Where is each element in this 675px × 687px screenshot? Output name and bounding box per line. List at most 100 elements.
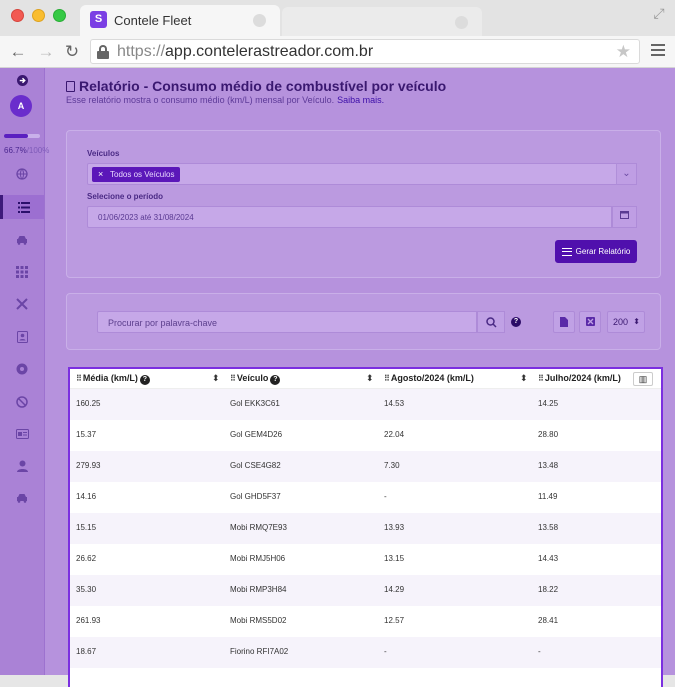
bookmark-star-icon[interactable]: ★ — [616, 42, 631, 62]
contacts-icon[interactable] — [0, 325, 44, 349]
expand-sidebar-icon[interactable] — [0, 68, 44, 92]
progress-label: 66.7%/100% — [4, 146, 50, 155]
table-cell: 26.62 — [76, 554, 97, 563]
car-icon[interactable] — [0, 228, 44, 252]
page-title: Relatório - Consumo médio de combustível… — [66, 78, 446, 94]
tab-close-icon[interactable] — [455, 16, 468, 29]
generate-report-button[interactable]: Gerar Relatório — [555, 240, 637, 263]
window-maximize-button[interactable] — [53, 9, 66, 22]
chip-remove-icon[interactable]: × — [98, 167, 103, 182]
table-cell: 15.37 — [76, 430, 97, 439]
table-cell: 7.30 — [384, 461, 400, 470]
column-header-julho[interactable]: ⠿ Julho/2024 (km/L) — [538, 373, 621, 383]
forward-arrow-icon[interactable]: → — [36, 42, 56, 62]
table-row: 160.25 Gol EKK3C61 14.53 14.25 — [70, 389, 661, 420]
help-icon[interactable]: ? — [270, 375, 281, 385]
column-header-veiculo[interactable]: ⠿ Veículo? — [230, 373, 281, 385]
table-cell: Mobi RMQ7E93 — [230, 523, 287, 532]
sort-icon[interactable]: ⬍ — [212, 373, 220, 384]
vehicle-chip[interactable]: × Todos os Veículos — [92, 167, 181, 182]
avatar[interactable]: A — [10, 95, 32, 117]
table-row: 18.67 Fiorino RFI7A02 - - — [70, 637, 661, 668]
reload-icon[interactable]: ↻ — [62, 42, 82, 62]
table-cell: 14.29 — [384, 585, 405, 594]
table-header: ⠿ Média (km/L)? ⬍ ⠿ Veículo? ⬍ ⠿ Agosto/202… — [70, 369, 661, 389]
table-cell: 261.93 — [76, 616, 101, 625]
table-cell: 28.41 — [538, 616, 559, 625]
url-field[interactable]: https://app.contelerastreador.com.br ★ — [90, 39, 640, 64]
drag-handle-icon[interactable]: ⠿ — [76, 374, 82, 383]
vehicles-select[interactable]: ×Todos os Veículos × — [87, 163, 637, 185]
search-card: Procurar por palavra-chave ? 200 ⬍ — [66, 293, 661, 350]
url-protocol: https:// — [117, 43, 166, 60]
column-header-media[interactable]: ⠿ Média (km/L)? — [76, 373, 150, 385]
block-icon[interactable] — [0, 390, 44, 414]
sort-icon[interactable]: ⬍ — [520, 373, 528, 384]
tab-close-icon[interactable] — [253, 14, 266, 27]
table-cell: 14.25 — [538, 399, 559, 408]
table-cell: 35.30 — [76, 585, 97, 594]
period-field[interactable]: 01/06/2023 até 31/08/2024 — [87, 206, 612, 228]
list-icon[interactable] — [0, 195, 44, 219]
column-header-agosto[interactable]: ⠿ Agosto/2024 (km/L) — [384, 373, 474, 383]
grid-icon[interactable] — [0, 260, 44, 284]
pdf-export-icon[interactable] — [553, 311, 575, 333]
car-alt-icon[interactable] — [0, 486, 44, 510]
tools-icon[interactable] — [0, 292, 44, 316]
table-cell: - — [384, 647, 387, 656]
table-cell: Mobi RMS5D02 — [230, 616, 287, 625]
help-icon[interactable]: ? — [511, 317, 521, 327]
globe-icon[interactable] — [0, 162, 44, 186]
sidebar: A 66.7%/100% — [0, 68, 49, 675]
table-row: 14.16 Gol GHD5F37 - 11.49 — [70, 482, 661, 513]
table-cell: - — [538, 647, 541, 656]
lock-icon — [97, 45, 109, 59]
page-size-select[interactable]: 200 ⬍ — [607, 311, 645, 333]
table-cell: Fiorino RFI7A02 — [230, 647, 289, 656]
table-cell: 12.57 — [384, 616, 405, 625]
record-icon[interactable] — [0, 357, 44, 381]
back-arrow-icon[interactable]: ← — [8, 42, 28, 62]
browser-tab-bar: S Contele Fleet ⤢ — [0, 0, 675, 36]
table-cell: Gol GEM4D26 — [230, 430, 283, 439]
table-row: 261.93 Mobi RMS5D02 12.57 28.41 — [70, 606, 661, 637]
window-close-button[interactable] — [11, 9, 24, 22]
help-icon[interactable]: ? — [139, 375, 150, 385]
tab-title: Contele Fleet — [114, 13, 192, 28]
table-row: 279.93 Gol CSE4G82 7.30 13.48 — [70, 451, 661, 482]
chevron-down-icon[interactable]: ⌄ — [616, 163, 637, 185]
table-cell: 160.25 — [76, 399, 101, 408]
report-table: ⠿ Média (km/L)? ⬍ ⠿ Veículo? ⬍ ⠿ Agosto/202… — [68, 367, 663, 687]
table-cell: 18.67 — [76, 647, 97, 656]
table-cell: Gol EKK3C61 — [230, 399, 280, 408]
excel-export-icon[interactable] — [579, 311, 601, 333]
filter-card: Veículos ×Todos os Veículos × ⌄ Selecion… — [66, 130, 661, 278]
search-icon[interactable] — [477, 311, 505, 333]
table-cell: 14.16 — [76, 492, 97, 501]
drag-handle-icon[interactable]: ⠿ — [384, 374, 390, 383]
browser-tab-new[interactable] — [282, 7, 482, 36]
table-cell: 14.43 — [538, 554, 559, 563]
window-minimize-button[interactable] — [32, 9, 45, 22]
fullscreen-icon[interactable]: ⤢ — [651, 5, 667, 21]
table-cell: 15.15 — [76, 523, 97, 532]
table-cell: 13.58 — [538, 523, 559, 532]
sort-icon[interactable]: ⬍ — [366, 373, 374, 384]
drag-handle-icon[interactable]: ⠿ — [538, 374, 544, 383]
search-input[interactable]: Procurar por palavra-chave — [97, 311, 477, 333]
columns-toggle-icon[interactable]: ▥ — [633, 372, 653, 386]
user-icon[interactable] — [0, 454, 44, 478]
id-card-icon[interactable] — [0, 422, 44, 446]
table-cell: Gol CSE4G82 — [230, 461, 281, 470]
table-cell: 13.15 — [384, 554, 405, 563]
browser-menu-icon[interactable] — [651, 44, 665, 58]
table-cell: 22.04 — [384, 430, 405, 439]
browser-tab-active[interactable]: S Contele Fleet — [80, 5, 280, 36]
drag-handle-icon[interactable]: ⠿ — [230, 374, 236, 383]
calendar-icon[interactable] — [612, 206, 637, 228]
url-host: app.contelerastreador.com.br — [165, 43, 374, 60]
table-cell: 13.93 — [384, 523, 405, 532]
list-icon — [561, 247, 572, 256]
table-row: 35.30 Mobi RMP3H84 14.29 18.22 — [70, 575, 661, 606]
learn-more-link[interactable]: Saiba mais. — [337, 95, 384, 105]
